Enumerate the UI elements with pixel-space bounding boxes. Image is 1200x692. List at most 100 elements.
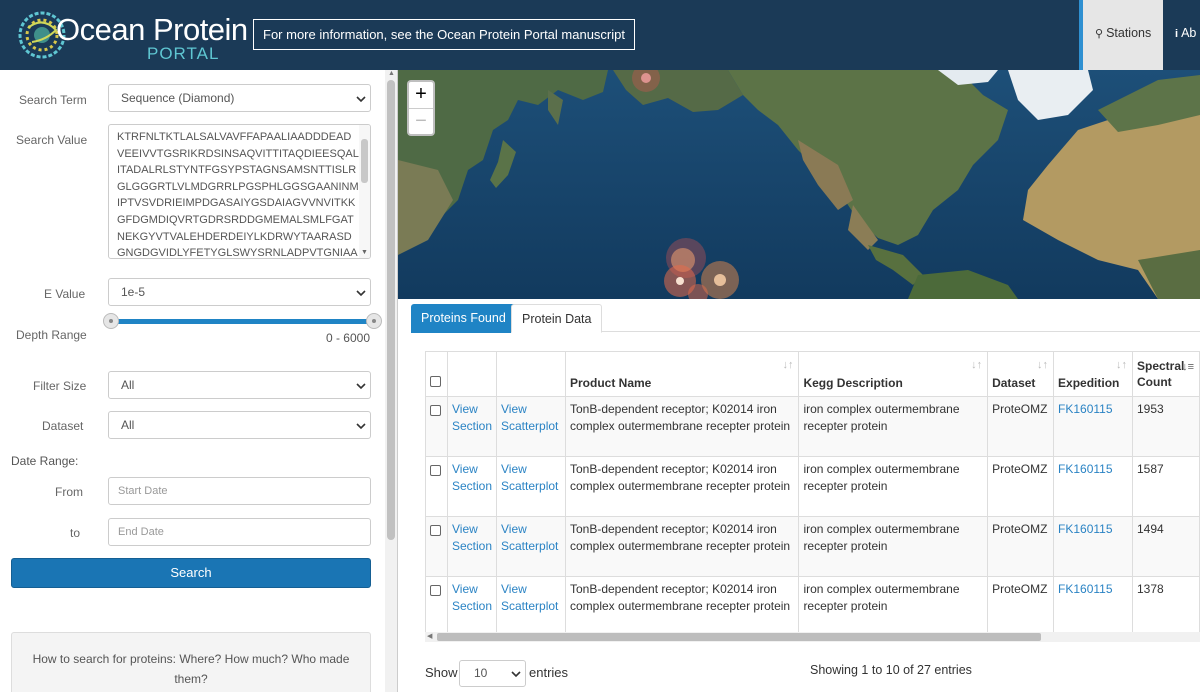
search-term-select[interactable]: Sequence (Diamond) xyxy=(108,84,371,112)
manuscript-info-link[interactable]: For more information, see the Ocean Prot… xyxy=(253,19,635,50)
to-label: to xyxy=(70,526,81,540)
table-header-row: Product Name ↓↑ Kegg Description ↓↑ Datase… xyxy=(425,351,1200,397)
kegg-description-cell: iron complex outermembrane recepter prot… xyxy=(798,516,989,577)
chevron-down-icon xyxy=(356,423,366,430)
view-section-link[interactable]: View Section xyxy=(446,396,498,457)
expedition-link[interactable]: FK160115 xyxy=(1053,576,1133,637)
start-date-input[interactable]: Start Date xyxy=(108,477,371,505)
dataset-cell: ProteOMZ xyxy=(987,576,1055,637)
select-all-checkbox[interactable] xyxy=(430,376,441,387)
table-row: View Section View Scatterplot TonB-depen… xyxy=(425,576,1200,637)
spectral-count-cell: 1953 xyxy=(1132,396,1200,457)
depth-range-label: Depth Range xyxy=(16,328,87,342)
dataset-cell: ProteOMZ xyxy=(987,456,1055,517)
dataset-cell: ProteOMZ xyxy=(987,516,1055,577)
row-select-cell xyxy=(425,456,448,517)
table-scroll-thumb[interactable] xyxy=(437,633,1041,641)
view-scatterplot-link[interactable]: View Scatterplot xyxy=(496,516,566,577)
expedition-link[interactable]: FK160115 xyxy=(1053,456,1133,517)
scroll-left-arrow-icon[interactable]: ◀ xyxy=(427,632,432,642)
textarea-scroll-thumb[interactable] xyxy=(361,139,368,183)
satellite-map-image xyxy=(398,70,1200,299)
nav-about-tab[interactable]: i Ab xyxy=(1163,0,1200,70)
spectral-count-cell: 1587 xyxy=(1132,456,1200,517)
help-box[interactable]: How to search for proteins: Where? How m… xyxy=(11,632,371,692)
scroll-up-arrow-icon[interactable]: ▲ xyxy=(388,70,395,77)
dataset-value: All xyxy=(121,418,135,432)
dataset-header: Dataset xyxy=(992,376,1036,390)
dataset-select[interactable]: All xyxy=(108,411,371,439)
zoom-in-button[interactable]: + xyxy=(409,82,433,108)
top-navbar: Ocean Protein PORTAL For more informatio… xyxy=(0,0,1200,70)
view-section-link[interactable]: View Section xyxy=(446,456,498,517)
sidebar-scrollbar[interactable]: ▲ xyxy=(385,70,397,692)
logo[interactable]: Ocean Protein PORTAL xyxy=(16,6,248,64)
logo-subtitle: PORTAL xyxy=(147,44,220,63)
search-sidebar: Search Term Sequence (Diamond) Search Va… xyxy=(0,70,398,692)
column-header-kegg-description[interactable]: Kegg Description ↓↑ xyxy=(798,351,989,397)
column-header-expedition[interactable]: Expedition ↓↑ xyxy=(1053,351,1133,397)
scroll-down-arrow-icon[interactable]: ▼ xyxy=(361,249,368,256)
filter-size-select[interactable]: All xyxy=(108,371,371,399)
expedition-link[interactable]: FK160115 xyxy=(1053,516,1133,577)
row-checkbox[interactable] xyxy=(430,405,441,416)
search-button[interactable]: Search xyxy=(11,558,371,588)
view-section-link[interactable]: View Section xyxy=(446,516,498,577)
chevron-down-icon xyxy=(511,671,521,678)
chevron-down-icon xyxy=(356,96,366,103)
column-header-product-name[interactable]: Product Name ↓↑ xyxy=(564,351,800,397)
sort-icon: ↓↑ xyxy=(971,359,983,371)
evalue-select[interactable]: 1e-5 xyxy=(108,278,371,306)
show-label: Show xyxy=(425,665,458,680)
search-term-value: Sequence (Diamond) xyxy=(121,91,235,105)
view-scatterplot-link[interactable]: View Scatterplot xyxy=(496,576,566,637)
evalue-label: E Value xyxy=(44,287,86,301)
evalue-value: 1e-5 xyxy=(121,285,146,299)
product-name-cell: TonB-dependent receptor; K02014 iron com… xyxy=(564,576,800,637)
row-checkbox[interactable] xyxy=(430,465,441,476)
sort-desc-icon: ↓≡ xyxy=(1182,361,1194,373)
page-length-value: 10 xyxy=(474,666,488,680)
table-horizontal-scrollbar[interactable]: ◀ xyxy=(425,632,1200,642)
depth-min-handle[interactable] xyxy=(103,313,119,329)
tab-proteins-found[interactable]: Proteins Found xyxy=(411,304,516,333)
nav-stations-tab[interactable]: ⚲ Stations xyxy=(1079,0,1163,70)
view-scatterplot-link[interactable]: View Scatterplot xyxy=(496,396,566,457)
select-all-header xyxy=(425,351,448,397)
sequence-textarea[interactable]: KTRFNLTKTLALSALVAVFFAPAALIAADDDEAD VEEIV… xyxy=(108,124,371,259)
chevron-down-icon xyxy=(356,383,366,390)
textarea-scrollbar[interactable]: ▼ xyxy=(359,125,370,258)
column-header-dataset[interactable]: Dataset ↓↑ xyxy=(987,351,1055,397)
proteins-table: Product Name ↓↑ Kegg Description ↓↑ Datase… xyxy=(425,351,1200,637)
nav-stations-label: Stations xyxy=(1106,26,1152,40)
depth-max-handle[interactable] xyxy=(366,313,382,329)
sort-icon: ↓↑ xyxy=(1037,359,1049,371)
spectral-count-cell: 1378 xyxy=(1132,576,1200,637)
kegg-description-cell: iron complex outermembrane recepter prot… xyxy=(798,456,989,517)
column-header-blank xyxy=(446,351,498,397)
spectral-count-cell: 1494 xyxy=(1132,516,1200,577)
product-name-cell: TonB-dependent receptor; K02014 iron com… xyxy=(564,516,800,577)
nav-about-label: Ab xyxy=(1181,26,1197,40)
chevron-down-icon xyxy=(356,290,366,297)
column-header-spectral-count[interactable]: Spectral Count ↓≡ xyxy=(1132,351,1200,397)
results-tabs: Proteins Found Protein Data xyxy=(411,304,1200,333)
search-value-label: Search Value xyxy=(16,133,88,147)
view-scatterplot-link[interactable]: View Scatterplot xyxy=(496,456,566,517)
row-select-cell xyxy=(425,516,448,577)
expedition-link[interactable]: FK160115 xyxy=(1053,396,1133,457)
end-date-input[interactable]: End Date xyxy=(108,518,371,546)
depth-range-slider[interactable] xyxy=(111,319,373,324)
expedition-header: Expedition xyxy=(1058,376,1120,390)
row-checkbox[interactable] xyxy=(430,585,441,596)
from-label: From xyxy=(55,485,83,499)
product-name-cell: TonB-dependent receptor; K02014 iron com… xyxy=(564,396,800,457)
tab-protein-data[interactable]: Protein Data xyxy=(511,304,603,333)
page-length-select[interactable]: 10 xyxy=(459,660,526,687)
zoom-out-button[interactable]: − xyxy=(409,108,433,134)
row-checkbox[interactable] xyxy=(430,525,441,536)
station-map[interactable]: + − xyxy=(398,70,1200,299)
view-section-link[interactable]: View Section xyxy=(446,576,498,637)
filter-size-label: Filter Size xyxy=(33,379,87,393)
sidebar-scroll-thumb[interactable] xyxy=(387,80,395,540)
